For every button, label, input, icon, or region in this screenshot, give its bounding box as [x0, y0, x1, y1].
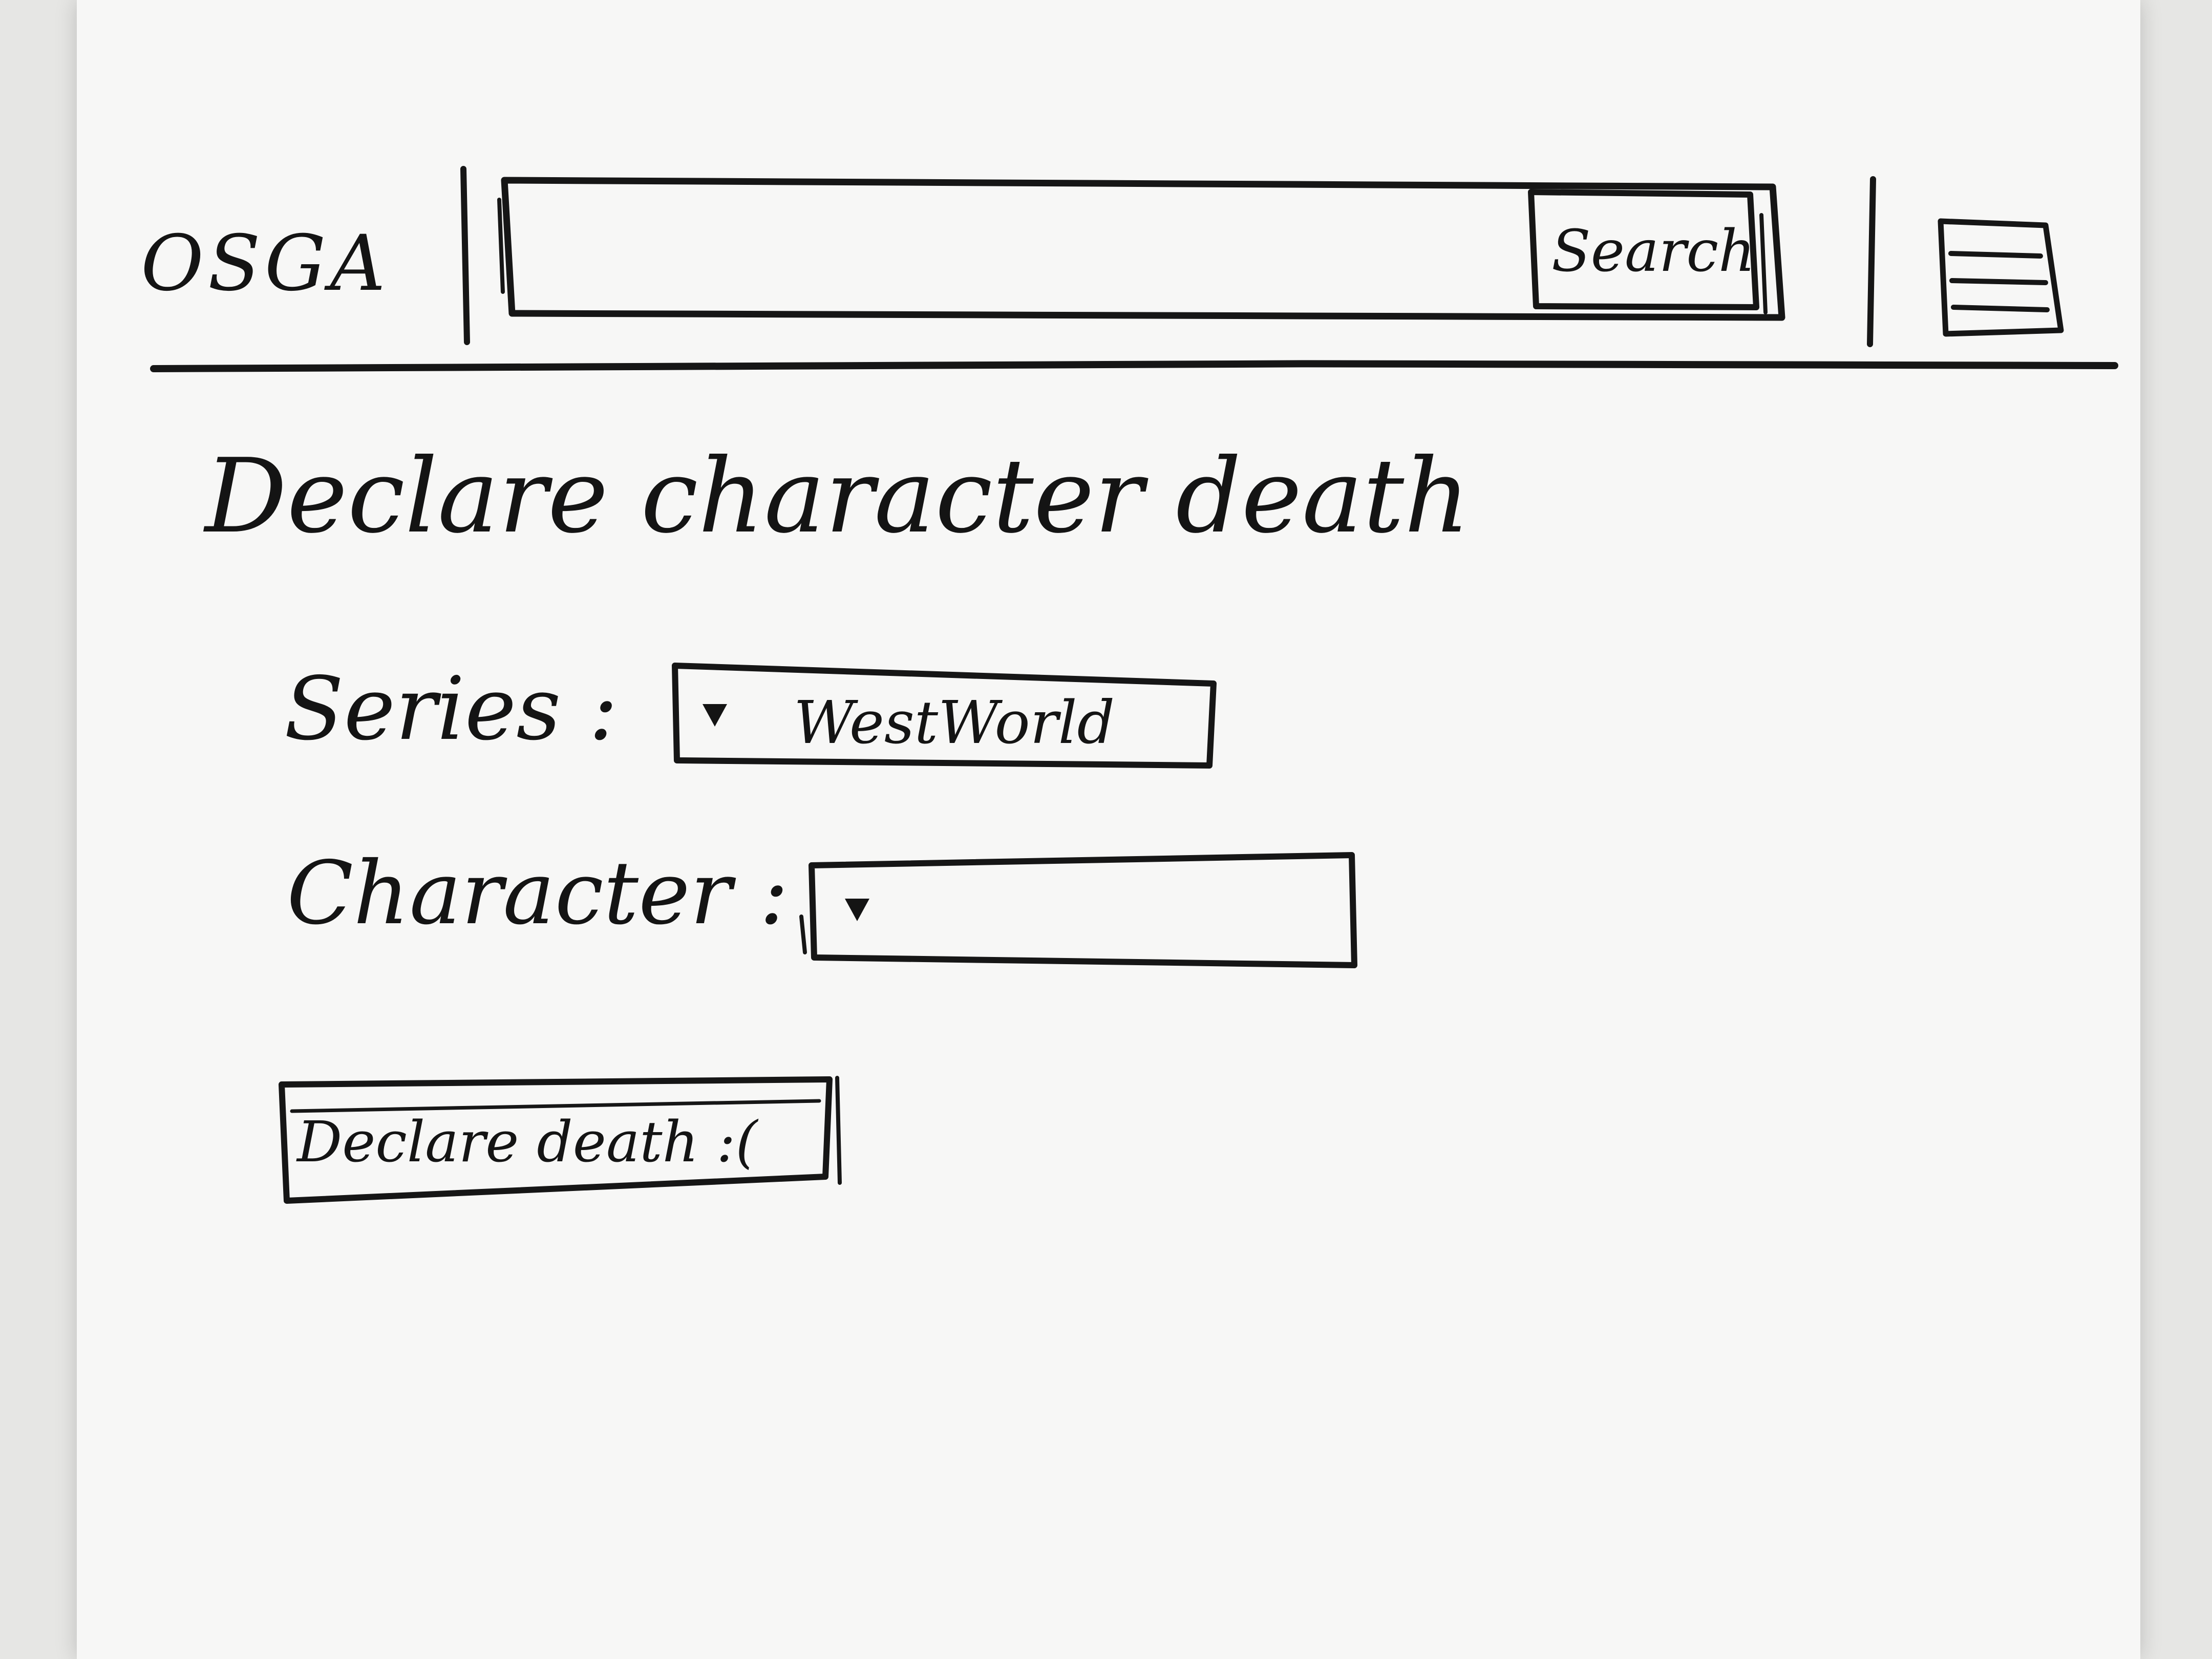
character-select[interactable]	[804, 853, 1357, 965]
header-rule	[150, 360, 2118, 372]
header-divider-right	[1867, 176, 1876, 347]
series-label: Series :	[284, 658, 618, 760]
search-input[interactable]	[507, 184, 1533, 313]
app-logo: OSGA	[141, 219, 390, 308]
series-select[interactable]	[671, 661, 1224, 768]
menu-button[interactable]	[1930, 215, 2064, 343]
header-divider-left	[460, 166, 470, 345]
declare-death-button[interactable]	[279, 1075, 847, 1208]
character-label: Character :	[287, 843, 789, 944]
search-button[interactable]	[1526, 189, 1767, 317]
page-title: Declare character death	[205, 437, 1471, 556]
